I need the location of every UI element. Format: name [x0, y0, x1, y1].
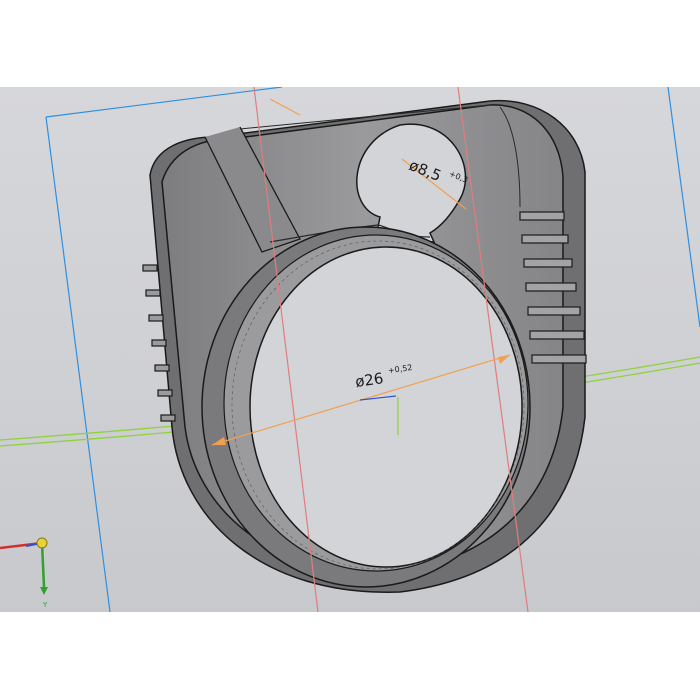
y-axis-arrow [40, 542, 46, 588]
y-axis-label: Y [42, 601, 48, 609]
axis-triad: Y [0, 537, 48, 609]
large-hole[interactable] [249, 246, 523, 568]
clamp-model[interactable] [142, 99, 587, 593]
3d-viewport[interactable]: ø8,5 +0,3 ø26 +0,52 Y [0, 87, 700, 612]
large-hole-value: 26 [363, 369, 384, 389]
triad-origin [36, 537, 48, 549]
